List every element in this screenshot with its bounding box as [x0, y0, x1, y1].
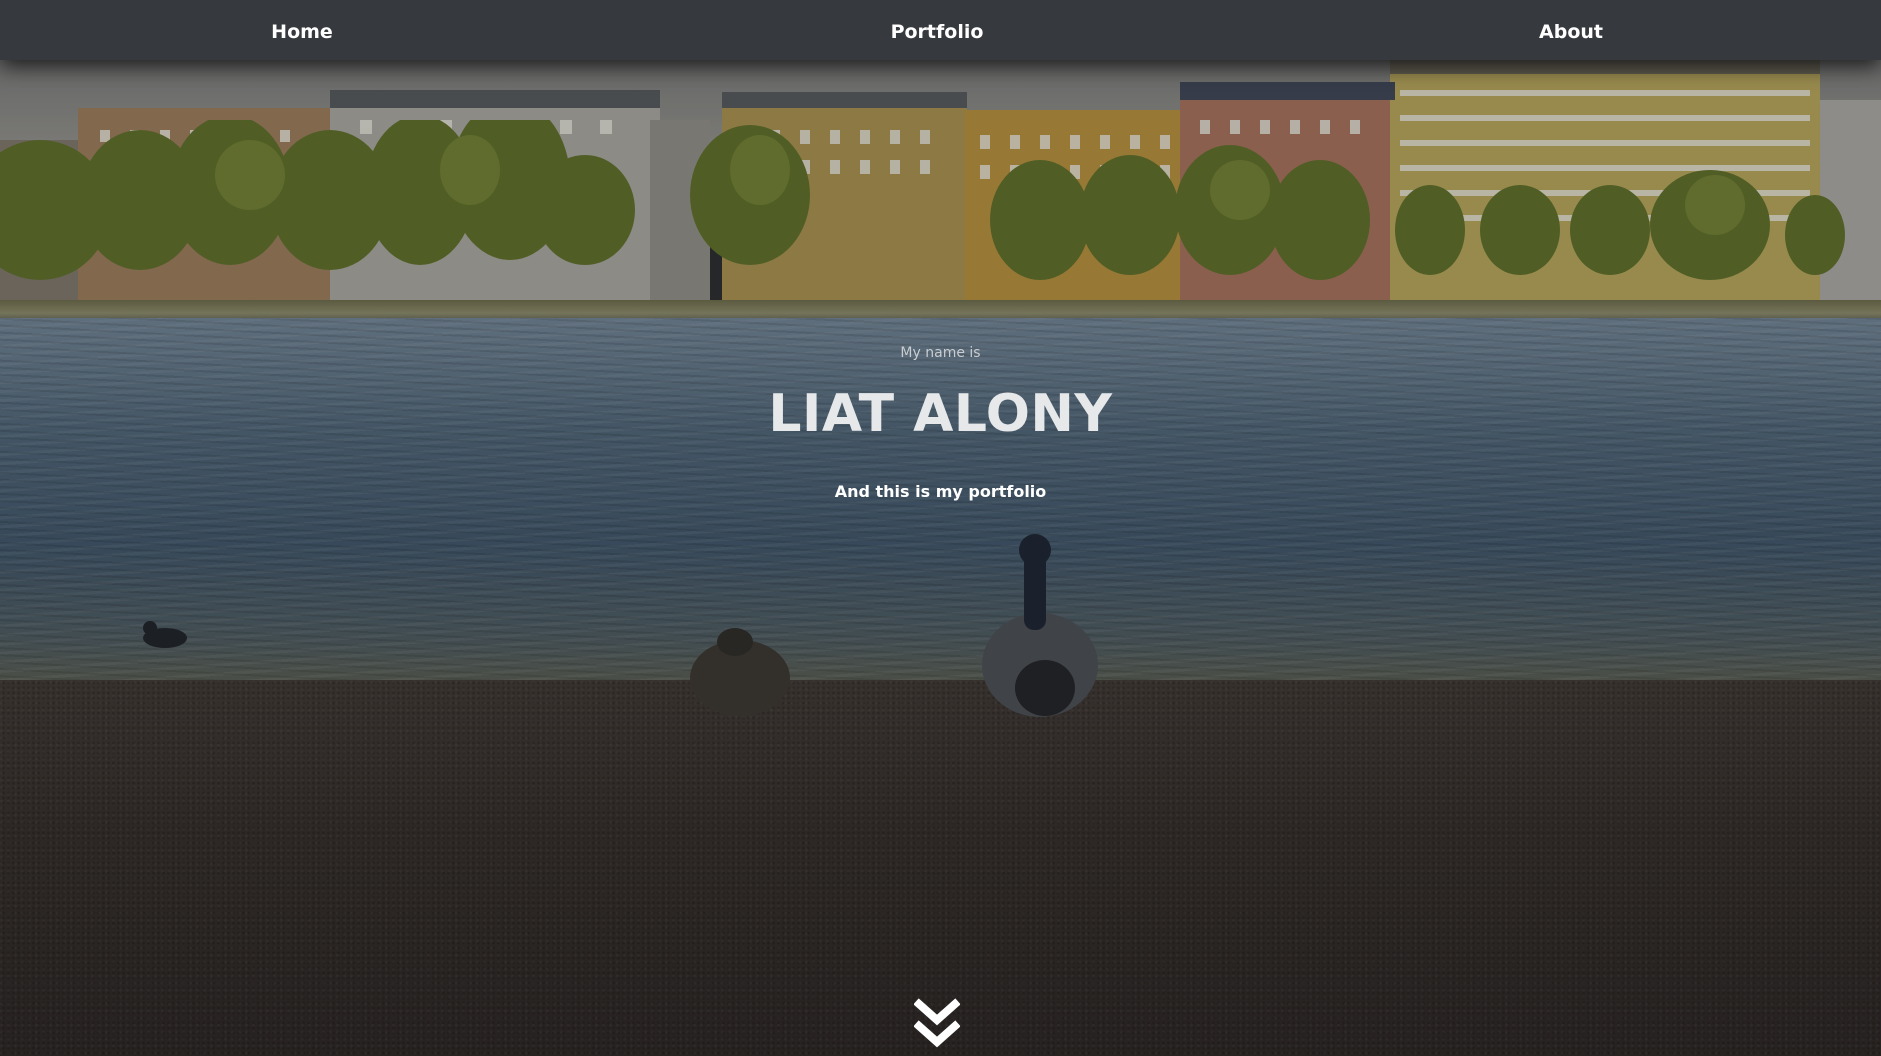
background-dim-overlay — [0, 0, 1881, 1056]
scroll-down-button[interactable] — [913, 998, 961, 1052]
page: Home Portfolio About My name is LIAT ALO… — [0, 0, 1881, 1056]
hero-tagline: And this is my portfolio — [834, 482, 1047, 501]
hero-name-heading: LIAT ALONY — [768, 384, 1113, 444]
hero-intro-text: My name is — [900, 345, 981, 361]
double-chevron-down-icon — [913, 998, 961, 1048]
top-navbar: Home Portfolio About — [0, 0, 1881, 60]
hero-background-photo — [0, 0, 1881, 1056]
nav-link-about[interactable]: About — [1421, 0, 1721, 60]
nav-link-home[interactable]: Home — [152, 0, 452, 60]
nav-link-portfolio[interactable]: Portfolio — [787, 0, 1087, 60]
